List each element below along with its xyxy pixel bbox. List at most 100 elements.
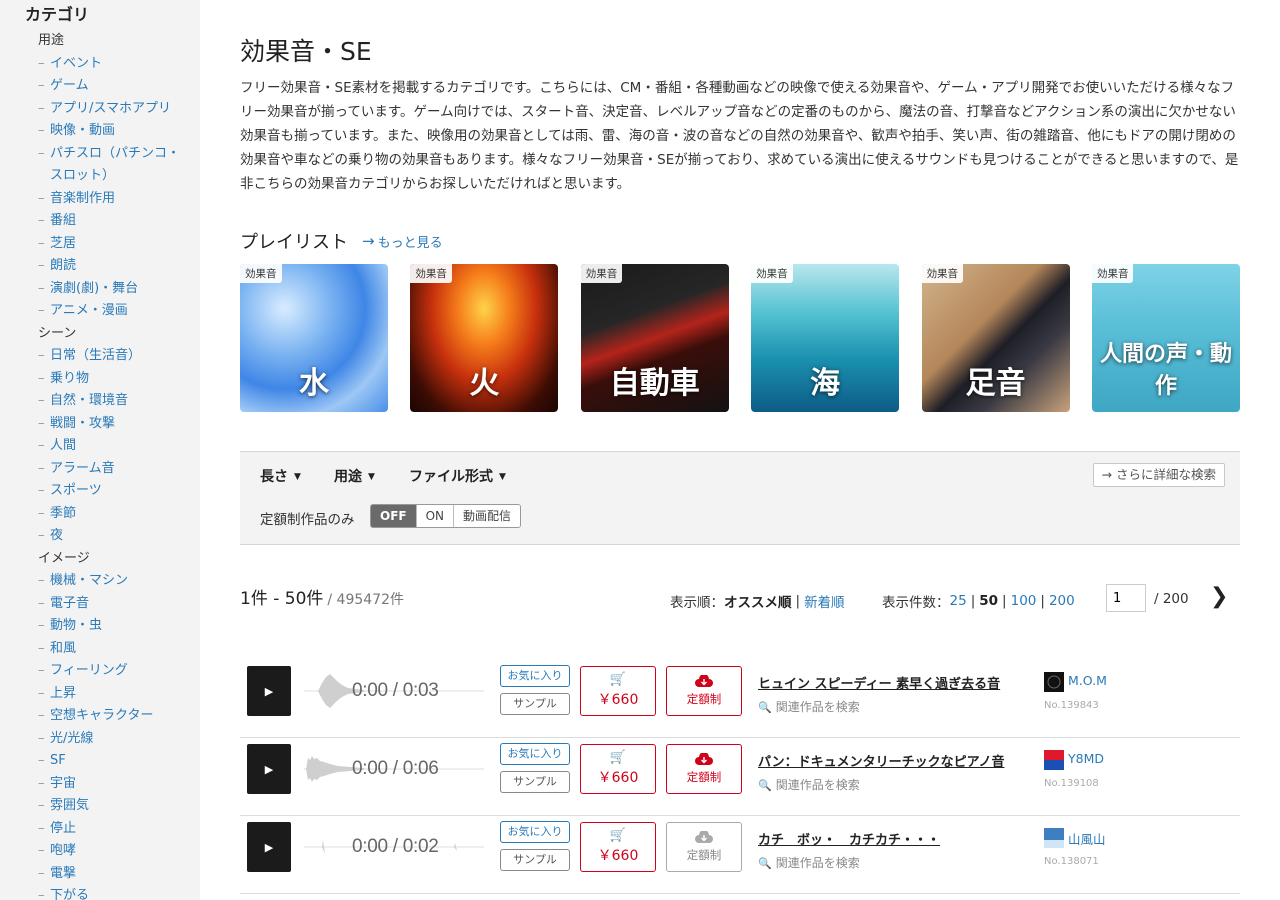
sidebar-item[interactable]: – 下がる bbox=[0, 885, 200, 900]
playlist-card-fire[interactable]: 効果音 火 bbox=[410, 264, 559, 412]
favorite-button[interactable]: お気に入り bbox=[500, 821, 570, 843]
buy-button[interactable]: 🛒 ￥660 bbox=[580, 666, 656, 716]
sidebar-item[interactable]: – 乗り物 bbox=[0, 368, 200, 391]
advanced-search-button[interactable]: → さらに詳細な検索 bbox=[1092, 463, 1225, 487]
sort-newest-link[interactable]: 新着順 bbox=[804, 591, 845, 611]
related-search-link[interactable]: 🔍 関連作品を検索 bbox=[758, 854, 860, 871]
sidebar-item[interactable]: – 動物・虫 bbox=[0, 615, 200, 638]
playlist-card-water[interactable]: 効果音 水 bbox=[240, 264, 388, 412]
sidebar-item[interactable]: – イベント bbox=[0, 53, 200, 76]
separator: | bbox=[1040, 593, 1045, 609]
dash-bullet: – bbox=[38, 258, 45, 273]
sidebar-item[interactable]: – 人間 bbox=[0, 435, 200, 458]
related-search-link[interactable]: 🔍 関連作品を検索 bbox=[758, 776, 860, 793]
sidebar-item[interactable]: – 停止 bbox=[0, 818, 200, 841]
page-number-input[interactable] bbox=[1106, 584, 1146, 612]
sidebar-item[interactable]: – 朗読 bbox=[0, 255, 200, 278]
sidebar-item[interactable]: – 光/光線 bbox=[0, 728, 200, 751]
sidebar-item[interactable]: – 宇宙 bbox=[0, 773, 200, 796]
filter-panel: 長さ ▼ 用途 ▼ ファイル形式 ▼ → さらに詳細な検索 定額制作品のみ OFF O… bbox=[240, 451, 1240, 545]
dash-bullet: – bbox=[38, 820, 45, 836]
arrow-right-icon: → bbox=[1101, 467, 1116, 482]
sidebar-item[interactable]: – 上昇 bbox=[0, 683, 200, 706]
sidebar-item[interactable]: – 機械・マシン bbox=[0, 570, 200, 593]
flat-rate-button-disabled[interactable]: 定額制 bbox=[666, 822, 742, 872]
sidebar-item[interactable]: – 雰囲気 bbox=[0, 795, 200, 818]
dash-bullet: – bbox=[38, 573, 45, 588]
sidebar-item[interactable]: – アラーム音 bbox=[0, 458, 200, 481]
sidebar-item[interactable]: – ゲーム bbox=[0, 75, 200, 98]
length-dropdown[interactable]: 長さ ▼ bbox=[260, 466, 301, 486]
artist-link[interactable]: 山風山 bbox=[1068, 829, 1106, 848]
sidebar-item[interactable]: – パチスロ（パチンコ・スロット） bbox=[0, 143, 200, 188]
sidebar-item[interactable]: – 咆哮 bbox=[0, 840, 200, 863]
sidebar-item[interactable]: – フィーリング bbox=[0, 660, 200, 683]
sidebar-item[interactable]: – 季節 bbox=[0, 503, 200, 526]
toggle-video-streaming[interactable]: 動画配信 bbox=[454, 505, 521, 527]
sidebar-item[interactable]: – 空想キャラクター bbox=[0, 705, 200, 728]
buy-button[interactable]: 🛒 ￥660 bbox=[580, 822, 656, 872]
sidebar-item-label: 戦闘・攻撃 bbox=[50, 415, 116, 431]
playlist-card-car[interactable]: 効果音 自動車 bbox=[580, 264, 729, 412]
sample-button[interactable]: サンプル bbox=[500, 771, 570, 793]
play-button[interactable]: ▶ bbox=[247, 822, 291, 872]
favorite-button[interactable]: お気に入り bbox=[500, 743, 570, 765]
playlist-card-human-voice[interactable]: 効果音 人間の声・動作 bbox=[1091, 264, 1240, 412]
related-search-label: 関連作品を検索 bbox=[775, 700, 860, 714]
sidebar-item[interactable]: – 電撃 bbox=[0, 863, 200, 886]
per-page-100[interactable]: 100 bbox=[1011, 593, 1037, 609]
playlist-more-link[interactable]: → もっと見る bbox=[362, 232, 443, 251]
sidebar-item[interactable]: – アプリ/スマホアプリ bbox=[0, 98, 200, 121]
per-page-25[interactable]: 25 bbox=[950, 593, 967, 609]
track-title-link[interactable]: パン：ドキュメンタリーチックなピアノ音 bbox=[758, 751, 1004, 770]
sidebar-item[interactable]: – 演劇(劇)・舞台 bbox=[0, 278, 200, 301]
sidebar-item[interactable]: – 電子音 bbox=[0, 593, 200, 616]
artist-avatar[interactable] bbox=[1044, 672, 1064, 692]
track-title-link[interactable]: カチ ボッ・ カチカチ・・・ bbox=[758, 829, 940, 848]
sidebar-item-label: 和風 bbox=[50, 640, 77, 656]
play-button[interactable]: ▶ bbox=[247, 744, 291, 794]
toggle-on[interactable]: ON bbox=[416, 505, 455, 527]
artist-link[interactable]: M.O.M bbox=[1068, 673, 1107, 688]
artist-avatar[interactable] bbox=[1044, 828, 1064, 848]
format-dropdown[interactable]: ファイル形式 ▼ bbox=[409, 466, 506, 486]
sidebar-item[interactable]: – 芝居 bbox=[0, 233, 200, 256]
favorite-button[interactable]: お気に入り bbox=[500, 665, 570, 687]
buy-button[interactable]: 🛒 ￥660 bbox=[580, 744, 656, 794]
flat-rate-button[interactable]: 定額制 bbox=[666, 666, 742, 716]
next-page-chevron-icon[interactable]: ❯ bbox=[1210, 584, 1228, 610]
category-description: フリー効果音・SE素材を掲載するカテゴリです。こちらには、CM・番組・各種動画な… bbox=[240, 80, 1239, 192]
sample-button[interactable]: サンプル bbox=[500, 849, 570, 871]
playlist-card-footsteps[interactable]: 効果音 足音 bbox=[921, 264, 1070, 412]
artist-link[interactable]: Y8MD bbox=[1068, 751, 1104, 766]
sidebar-item[interactable]: – 番組 bbox=[0, 210, 200, 233]
artist-avatar[interactable] bbox=[1044, 750, 1064, 770]
playlist-card-sea[interactable]: 効果音 海 bbox=[751, 264, 900, 412]
search-icon: 🔍 bbox=[758, 857, 772, 870]
play-button[interactable]: ▶ bbox=[247, 666, 291, 716]
playlist-card-title: 水 bbox=[299, 366, 329, 401]
track-time: 0:00 / 0:03 bbox=[352, 680, 439, 701]
per-page-200[interactable]: 200 bbox=[1049, 593, 1075, 609]
sidebar-item[interactable]: – 自然・環境音 bbox=[0, 390, 200, 413]
related-search-link[interactable]: 🔍 関連作品を検索 bbox=[758, 698, 860, 715]
sidebar-item[interactable]: – 夜 bbox=[0, 525, 200, 548]
flat-rate-button[interactable]: 定額制 bbox=[666, 744, 742, 794]
sidebar-item[interactable]: – 映像・動画 bbox=[0, 120, 200, 143]
sidebar-item[interactable]: – 日常（生活音） bbox=[0, 345, 200, 368]
sample-button[interactable]: サンプル bbox=[500, 693, 570, 715]
track-title-link[interactable]: ヒュイン スピーディー 素早く過ぎ去る音 bbox=[758, 673, 1000, 692]
sidebar-item[interactable]: – アニメ・漫画 bbox=[0, 300, 200, 323]
flat-rate-only-label: 定額制作品のみ bbox=[260, 512, 355, 528]
sort-current: オススメ順 bbox=[724, 595, 792, 611]
sidebar-item[interactable]: – 音楽制作用 bbox=[0, 188, 200, 211]
sidebar-item[interactable]: – 和風 bbox=[0, 638, 200, 661]
per-page-50: 50 bbox=[979, 593, 999, 609]
usage-dropdown[interactable]: 用途 ▼ bbox=[334, 466, 375, 486]
sidebar-item[interactable]: – SF bbox=[0, 750, 200, 773]
sidebar-item[interactable]: – スポーツ bbox=[0, 480, 200, 503]
toggle-off[interactable]: OFF bbox=[371, 505, 417, 527]
sidebar-item-label: 電子音 bbox=[50, 595, 90, 611]
dash-bullet: – bbox=[38, 100, 45, 116]
sidebar-item[interactable]: – 戦闘・攻撃 bbox=[0, 413, 200, 436]
